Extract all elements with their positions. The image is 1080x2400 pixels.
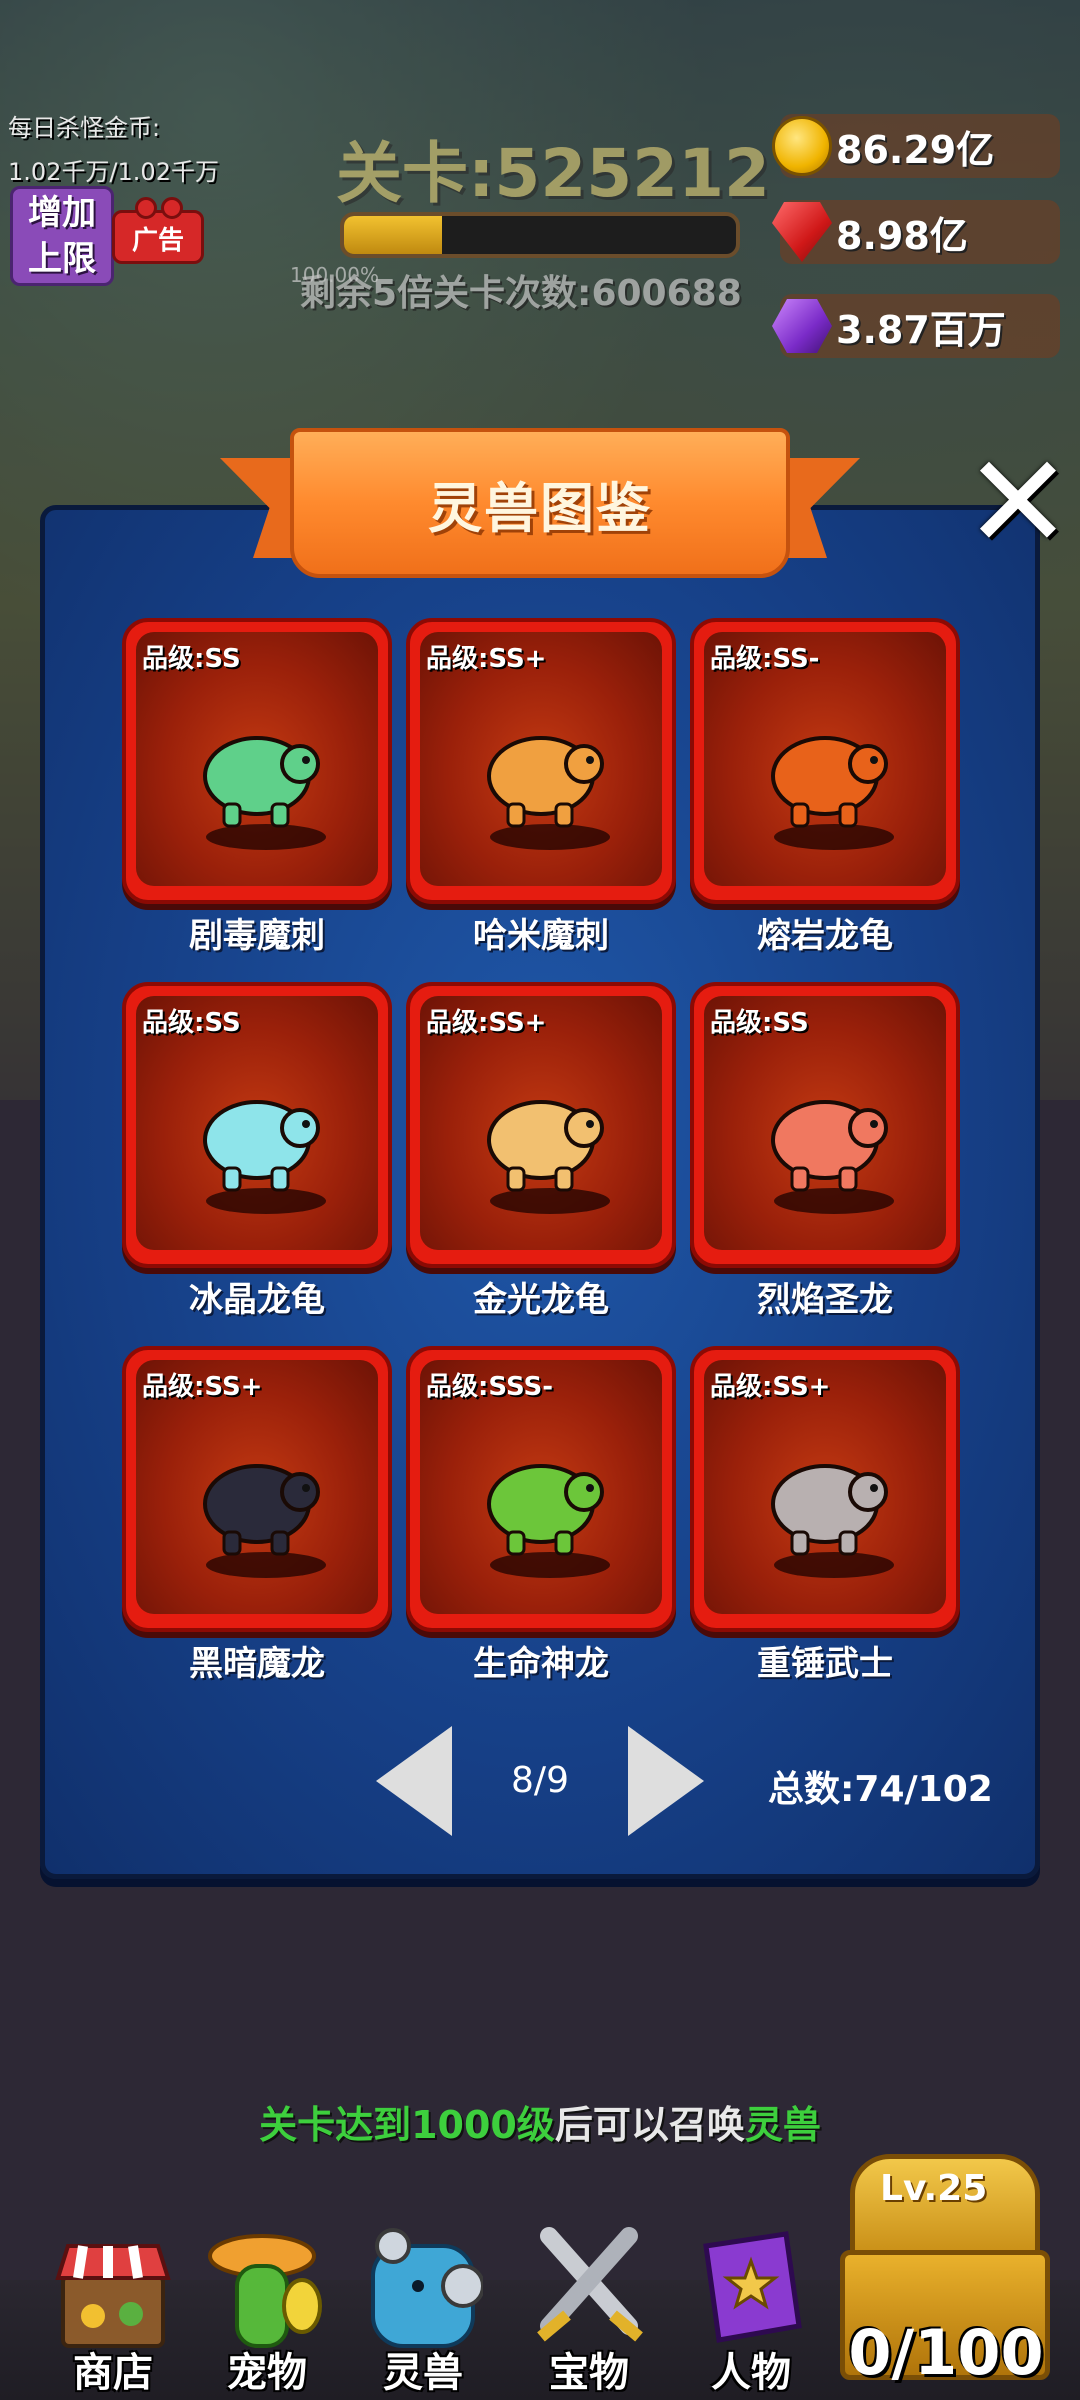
collection-total: 总数:74/102 bbox=[768, 1769, 993, 1810]
gem-currency: 3.87百万 bbox=[772, 294, 1060, 358]
beast-card[interactable]: 品级:SS bbox=[122, 618, 392, 904]
hammer-warrior-icon bbox=[771, 1464, 888, 1556]
modal-title: 灵兽图鉴 bbox=[428, 476, 652, 540]
nav-character-label: 人物 bbox=[711, 2350, 791, 2396]
character-book-icon bbox=[703, 2231, 802, 2343]
beast-name: 剧毒魔刺 bbox=[189, 916, 325, 956]
daily-gold-value: 1.02千万/1.02千万 bbox=[8, 158, 219, 186]
beast-grade: 品级:SS+ bbox=[710, 1372, 831, 1402]
hint-level-requirement: 关卡达到1000级 bbox=[259, 2103, 555, 2147]
venom-thorn-beast-icon bbox=[203, 736, 320, 828]
beast-card[interactable]: 品级:SS bbox=[122, 982, 392, 1268]
beast-name: 烈焰圣龙 bbox=[757, 1280, 893, 1320]
beast-card-panel: 品级:SS bbox=[136, 996, 378, 1250]
nav-spirit-beast[interactable]: 灵兽 bbox=[348, 2216, 498, 2400]
banner-plate: 灵兽图鉴 bbox=[290, 428, 790, 578]
level-progress-fill bbox=[344, 216, 442, 254]
gem-value: 3.87百万 bbox=[836, 307, 1006, 352]
beast-card-panel: 品级:SS bbox=[136, 632, 378, 886]
beast-grade: 品级:SS bbox=[142, 1008, 241, 1038]
gold-value: 86.29亿 bbox=[836, 127, 995, 172]
modal-title-banner: 灵兽图鉴 bbox=[220, 428, 860, 578]
beast-grade: 品级:SS+ bbox=[426, 644, 547, 674]
beast-grade: 品级:SS+ bbox=[142, 1372, 263, 1402]
camera-icon bbox=[135, 197, 157, 219]
daily-gold-label: 每日杀怪金币: bbox=[8, 114, 161, 142]
beast-grade: 品级:SS bbox=[142, 644, 241, 674]
shop-stall-icon bbox=[55, 2244, 171, 2348]
nav-shop[interactable]: 商店 bbox=[38, 2216, 188, 2400]
beast-card[interactable]: 品级:SS+ bbox=[122, 1346, 392, 1632]
ruby-value: 8.98亿 bbox=[836, 213, 968, 258]
ruby-currency: 8.98亿 bbox=[772, 200, 1060, 264]
page-indicator: 8/9 bbox=[511, 1760, 569, 1801]
beast-grade: 品级:SS bbox=[710, 1008, 809, 1038]
beast-card-panel: 品级:SS+ bbox=[136, 1360, 378, 1614]
ad-badge[interactable]: 广告 bbox=[112, 197, 204, 264]
beast-card-panel: 品级:SSS- bbox=[420, 1360, 662, 1614]
hint-middle: 后可以召唤 bbox=[554, 2103, 745, 2147]
summon-hint: 关卡达到1000级后可以召唤灵兽 bbox=[0, 2094, 1080, 2149]
nav-shop-label: 商店 bbox=[73, 2350, 153, 2396]
level-progress-bar bbox=[340, 212, 740, 258]
ad-label: 广告 bbox=[131, 226, 184, 256]
pet-icon bbox=[208, 2234, 322, 2348]
beast-card[interactable]: 品级:SS+ bbox=[406, 982, 676, 1268]
hint-spirit-beast: 灵兽 bbox=[744, 2103, 821, 2147]
beast-name: 熔岩龙龟 bbox=[757, 916, 893, 956]
golden-dragon-turtle-icon bbox=[487, 1100, 604, 1192]
beast-grade: 品级:SSS- bbox=[426, 1372, 554, 1402]
beast-card[interactable]: 品级:SS- bbox=[690, 618, 960, 904]
ice-dragon-turtle-icon bbox=[203, 1100, 320, 1192]
beast-grade: 品级:SS- bbox=[710, 644, 820, 674]
beast-card-panel: 品级:SS+ bbox=[420, 632, 662, 886]
beast-name: 重锤武士 bbox=[757, 1644, 893, 1684]
ruby-icon bbox=[772, 202, 832, 262]
nav-treasure-label: 宝物 bbox=[549, 2350, 629, 2396]
beast-name: 生命神龙 bbox=[473, 1644, 609, 1684]
camera-icon bbox=[161, 197, 183, 219]
nav-pet-label: 宠物 bbox=[227, 2350, 307, 2396]
beast-name: 黑暗魔龙 bbox=[189, 1644, 325, 1684]
beast-card[interactable]: 品级:SS+ bbox=[690, 1346, 960, 1632]
chest-count: 0/100 bbox=[848, 2316, 1044, 2389]
beast-card-panel: 品级:SS- bbox=[704, 632, 946, 886]
beast-name: 冰晶龙龟 bbox=[189, 1280, 325, 1320]
crossed-swords-icon bbox=[537, 2227, 643, 2342]
purple-gem-icon bbox=[772, 299, 832, 353]
level-title: 关卡:525212 bbox=[336, 135, 770, 212]
hami-thorn-beast-icon bbox=[487, 736, 604, 828]
lava-dragon-turtle-icon bbox=[771, 736, 888, 828]
spirit-beast-icon bbox=[371, 2228, 483, 2348]
nav-pet[interactable]: 宠物 bbox=[192, 2216, 342, 2400]
remaining-count: 剩余5倍关卡次数:600688 bbox=[300, 273, 742, 314]
chest-level: Lv.25 bbox=[880, 2168, 988, 2209]
beast-card[interactable]: 品级:SSS- bbox=[406, 1346, 676, 1632]
raise-limit-button[interactable]: 增加 上限 bbox=[10, 186, 114, 286]
beast-grade: 品级:SS+ bbox=[426, 1008, 547, 1038]
beast-card[interactable]: 品级:SS+ bbox=[406, 618, 676, 904]
life-god-dragon-icon bbox=[487, 1464, 604, 1556]
gold-currency: 86.29亿 bbox=[772, 114, 1060, 178]
beast-card-panel: 品级:SS bbox=[704, 996, 946, 1250]
gold-coin-icon bbox=[772, 116, 832, 176]
close-icon[interactable]: ✕ bbox=[960, 437, 1076, 567]
nav-treasure[interactable]: 宝物 bbox=[514, 2216, 664, 2400]
dark-demon-dragon-icon bbox=[203, 1464, 320, 1556]
beast-card[interactable]: 品级:SS bbox=[690, 982, 960, 1268]
beast-card-panel: 品级:SS+ bbox=[704, 1360, 946, 1614]
nav-spirit-beast-label: 灵兽 bbox=[383, 2350, 463, 2396]
beast-name: 金光龙龟 bbox=[473, 1280, 609, 1320]
beast-card-panel: 品级:SS+ bbox=[420, 996, 662, 1250]
beast-name: 哈米魔刺 bbox=[473, 916, 609, 956]
flame-holy-dragon-icon bbox=[771, 1100, 888, 1192]
nav-character[interactable]: 人物 bbox=[676, 2216, 826, 2400]
